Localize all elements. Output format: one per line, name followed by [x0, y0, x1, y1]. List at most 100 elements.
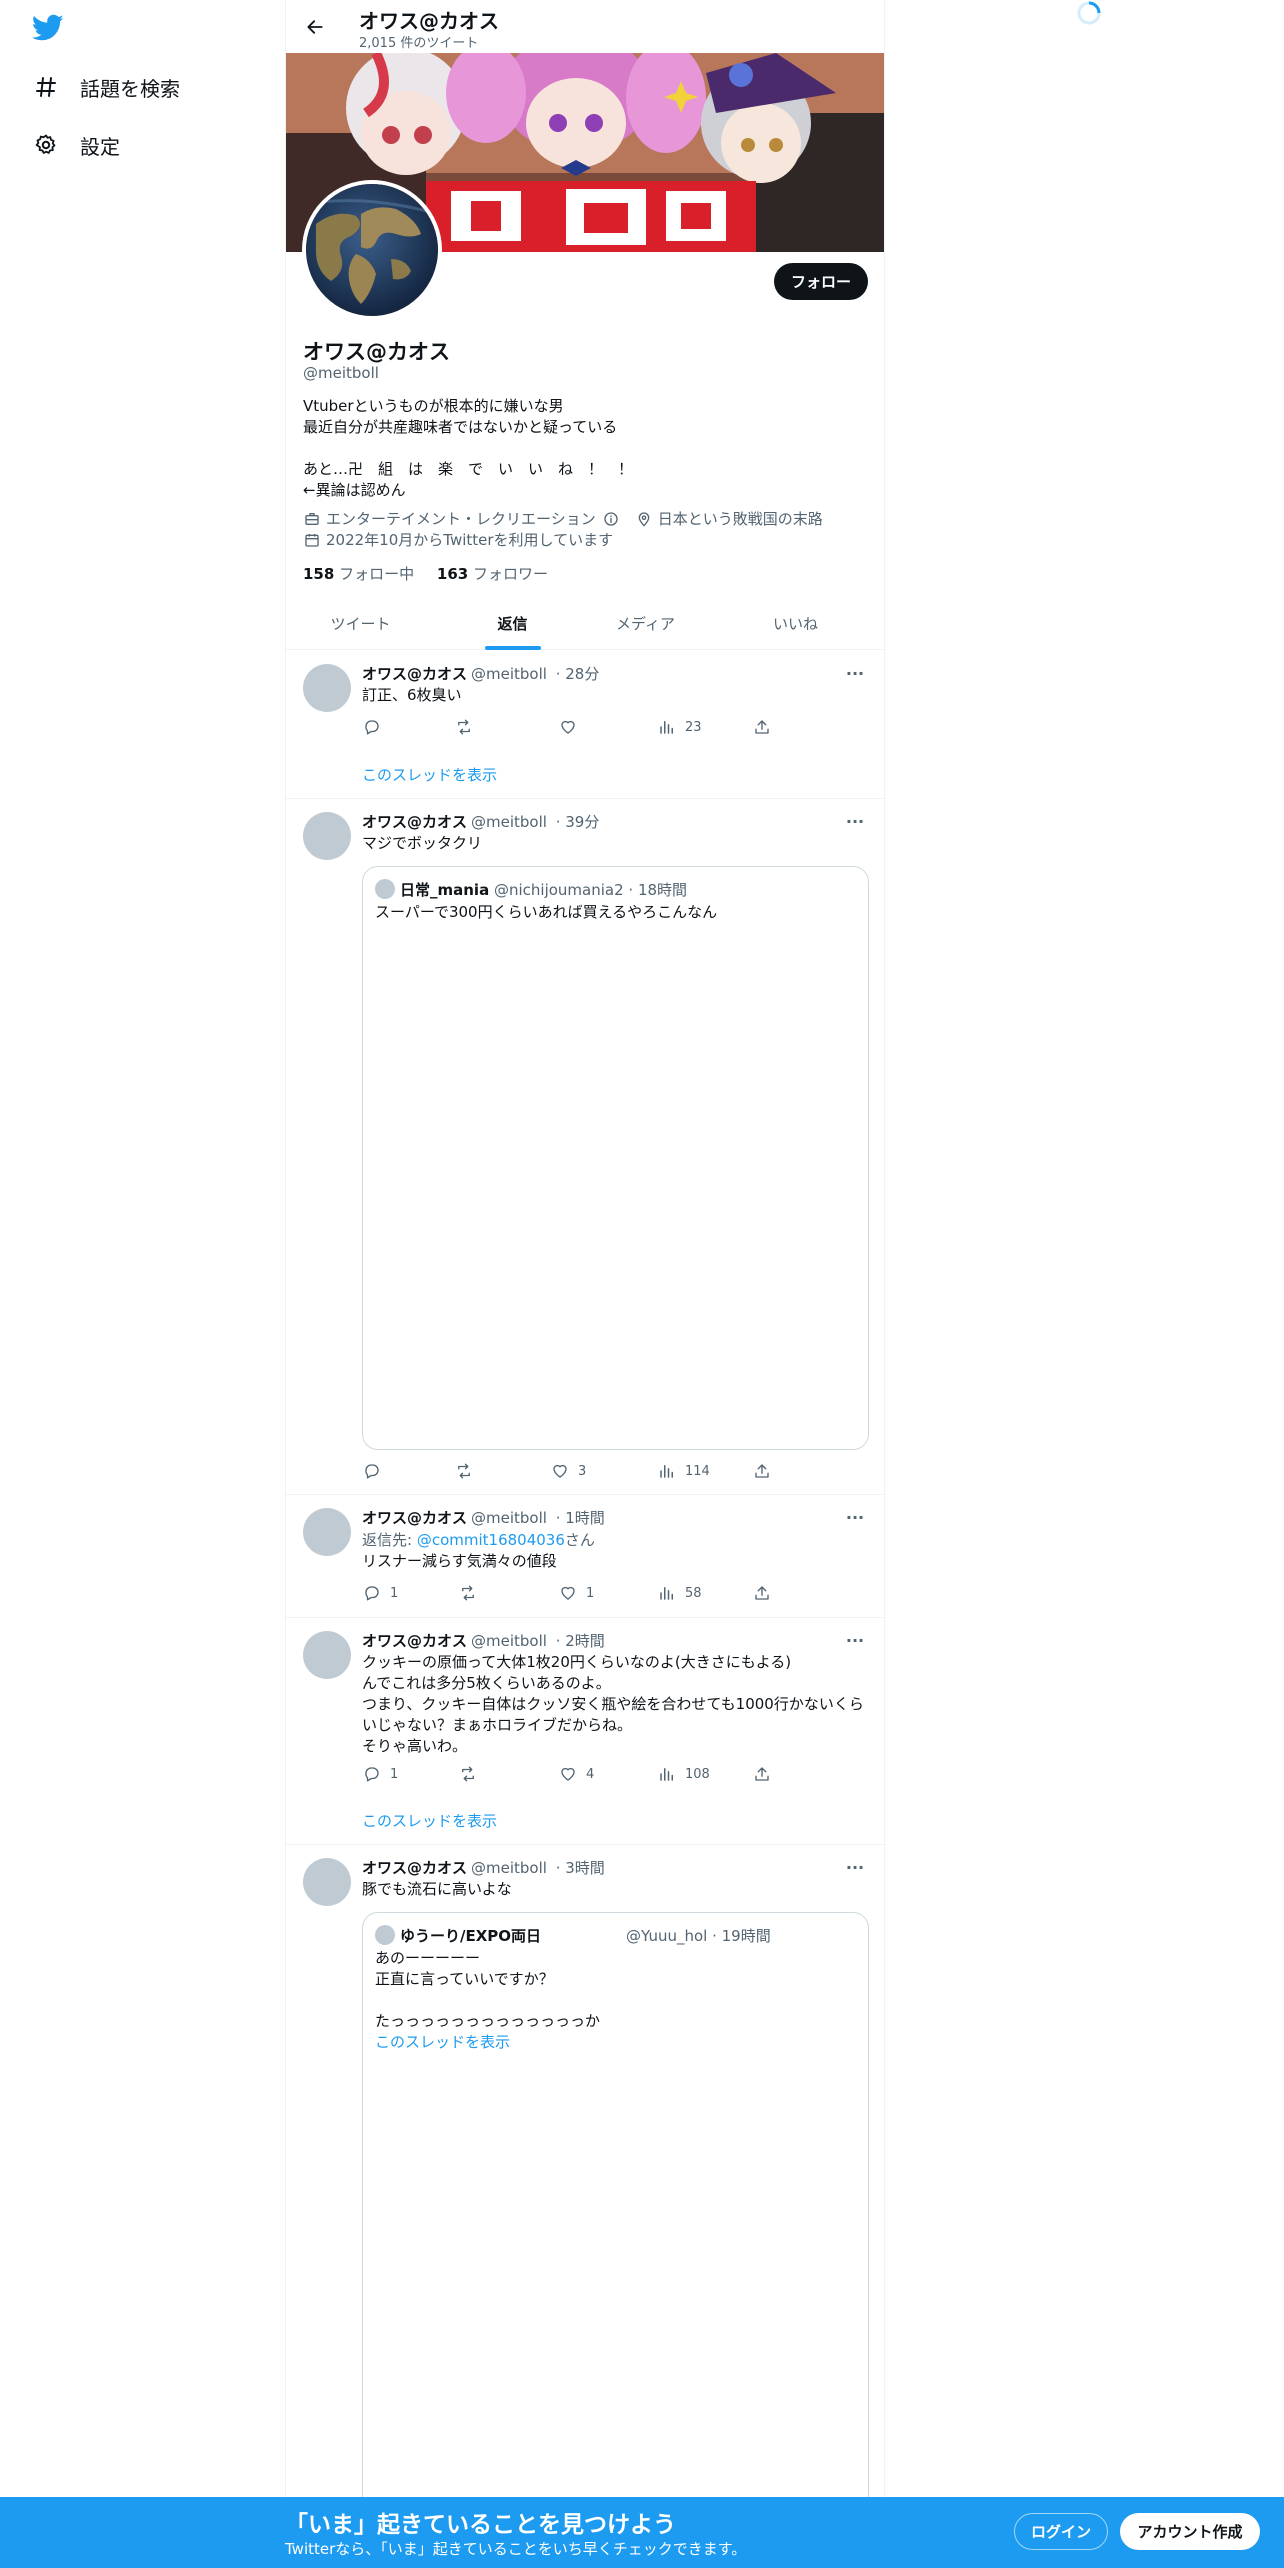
more-options-icon[interactable]: ···	[841, 1507, 869, 1527]
tweet-avatar[interactable]	[303, 664, 351, 712]
like-button[interactable]: 4	[558, 1764, 594, 1784]
login-button[interactable]: ログイン	[1014, 2513, 1108, 2550]
gear-icon	[32, 131, 60, 159]
tweet-author-name[interactable]: オワス@カオス	[362, 665, 467, 683]
tweet-actions: 1 4 108	[362, 1764, 792, 1784]
tweet-author-name[interactable]: オワス@カオス	[362, 1859, 467, 1877]
back-button[interactable]	[300, 12, 330, 42]
info-icon[interactable]	[602, 510, 620, 528]
like-button[interactable]: 3	[550, 1461, 586, 1481]
tweet-text: 訂正、6枚臭い	[362, 685, 872, 706]
signup-button[interactable]: アカウント作成	[1120, 2513, 1260, 2550]
more-options-icon[interactable]: ···	[841, 1630, 869, 1650]
more-options-icon[interactable]: ···	[841, 811, 869, 831]
profile-avatar[interactable]	[302, 180, 442, 320]
views-button[interactable]: 58	[657, 1583, 702, 1603]
tweet-author-handle: @meitboll	[471, 1632, 547, 1650]
tweet-author-name[interactable]: オワス@カオス	[362, 1632, 467, 1650]
quoted-tweet[interactable]: ゆうーり/EXPO両日 @Yuuu_hol · 19時間 あのーーーーー 正直に…	[362, 1912, 869, 2568]
reply-button[interactable]: 1	[362, 1583, 398, 1603]
profile-tabs: ツイート 返信 メディア いいね	[286, 597, 884, 650]
reply-to-handle-link[interactable]: @commit16804036	[417, 1531, 565, 1549]
tab-likes[interactable]: いいね	[721, 597, 870, 650]
quoted-avatar	[375, 879, 395, 899]
signup-banner-title: 「いま」起きていることを見つけよう	[285, 2512, 676, 2538]
follow-stats: 158 フォロー中 163 フォロワー	[303, 563, 548, 584]
tweet-text-line: 豚でも流石に高いよな	[362, 1880, 512, 1898]
header-tweet-count: 2,015 件のツイート	[359, 36, 479, 51]
tweet-avatar[interactable]	[303, 812, 351, 860]
tweet-text-line: つまり、クッキー自体はクッソ安く瓶や絵を合わせても1000行かないくら	[362, 1695, 864, 1713]
tweet[interactable]: オワス@カオス @meitboll · 3時間 ··· 豚でも流石に高いよな ゆう…	[286, 1845, 884, 2568]
tweet-actions: 3 114	[362, 1461, 792, 1481]
following-link[interactable]: 158 フォロー中	[303, 565, 414, 583]
tweet-time[interactable]: 2時間	[565, 1632, 605, 1650]
tweet[interactable]: オワス@カオス @meitboll · 28分 ··· 訂正、6枚臭い 23 この…	[286, 651, 884, 799]
tweet-avatar[interactable]	[303, 1858, 351, 1906]
reply-button[interactable]: 1	[362, 1764, 398, 1784]
share-button[interactable]	[752, 1461, 772, 1481]
profile-bio: Vtuberというものが根本的に嫌いな男 最近自分が共産趣味者ではないかと疑って…	[303, 396, 863, 501]
tweet-avatar[interactable]	[303, 1631, 351, 1679]
tab-media[interactable]: メディア	[571, 597, 720, 650]
views-button[interactable]: 108	[657, 1764, 710, 1784]
views-button[interactable]: 114	[657, 1461, 710, 1481]
signup-banner: 「いま」起きていることを見つけよう Twitterなら、「いま」起きていることを…	[0, 2497, 1284, 2568]
following-count: 158	[303, 565, 335, 583]
retweet-button[interactable]	[458, 1764, 486, 1784]
follow-button[interactable]: フォロー	[774, 263, 868, 300]
retweet-button[interactable]	[454, 717, 482, 737]
quoted-text-line: 正直に言っていいですか？	[375, 1970, 554, 1988]
like-button[interactable]: 1	[558, 1583, 594, 1603]
tweet-header: オワス@カオス @meitboll · 3時間	[362, 1859, 605, 1877]
quoted-tweet[interactable]: 日常_mania @nichijoumania2 · 18時間 スーパーで300…	[362, 866, 869, 1450]
share-button[interactable]	[752, 1583, 772, 1603]
more-options-icon[interactable]: ···	[841, 1857, 869, 1877]
briefcase-icon	[303, 510, 321, 528]
tab-replies[interactable]: 返信	[438, 597, 587, 650]
quoted-author-handle: @nichijoumania2	[493, 881, 624, 899]
views-count: 58	[685, 1585, 702, 1601]
show-thread-link[interactable]: このスレッドを表示	[362, 1810, 497, 1831]
arrow-left-icon	[307, 20, 323, 34]
tweet-time[interactable]: 1時間	[565, 1509, 605, 1527]
followers-link[interactable]: 163 フォロワー	[437, 565, 548, 583]
profile-location: 日本という敗戦国の末路	[657, 510, 823, 528]
tweet-avatar[interactable]	[303, 1508, 351, 1556]
share-button[interactable]	[752, 1764, 772, 1784]
tweet-time[interactable]: 39分	[565, 813, 599, 831]
nav-explore-label: 話題を検索	[80, 76, 180, 101]
tweet[interactable]: オワス@カオス @meitboll · 2時間 ··· クッキーの原価って大体1枚…	[286, 1618, 884, 1845]
tweet[interactable]: オワス@カオス @meitboll · 1時間 ··· 返信先: @commit1…	[286, 1495, 884, 1618]
reply-icon	[362, 1461, 382, 1481]
like-count: 3	[578, 1463, 587, 1479]
tweet-author-name[interactable]: オワス@カオス	[362, 813, 467, 831]
views-button[interactable]: 23	[657, 717, 702, 737]
bar-chart-icon	[657, 1461, 677, 1481]
reply-button[interactable]	[362, 1461, 390, 1481]
share-button[interactable]	[752, 717, 772, 737]
more-options-icon[interactable]: ···	[841, 663, 869, 683]
tweet-time[interactable]: 28分	[565, 665, 599, 683]
quoted-show-thread-link[interactable]: このスレッドを表示	[375, 2032, 855, 2053]
show-thread-link[interactable]: このスレッドを表示	[362, 764, 497, 785]
reply-button[interactable]	[362, 717, 390, 737]
quoted-header: 日常_mania @nichijoumania2 · 18時間	[400, 881, 688, 899]
nav-explore[interactable]: 話題を検索	[32, 67, 180, 107]
nav-settings[interactable]: 設定	[32, 125, 120, 165]
tab-tweets[interactable]: ツイート	[286, 597, 435, 650]
reply-count: 1	[390, 1766, 399, 1782]
tweet-text-line: マジでボッタクリ	[362, 834, 483, 852]
retweet-button[interactable]	[454, 1461, 482, 1481]
bio-line: Vtuberというものが根本的に嫌いな男	[303, 397, 564, 415]
active-tab-indicator	[485, 646, 541, 650]
tweet-actions: 23	[362, 717, 792, 737]
tweet-author-name[interactable]: オワス@カオス	[362, 1509, 467, 1527]
tweet[interactable]: オワス@カオス @meitboll · 39分 ··· マジでボッタクリ 日常_m…	[286, 799, 884, 1495]
tweet-time[interactable]: 3時間	[565, 1859, 605, 1877]
retweet-button[interactable]	[458, 1583, 486, 1603]
twitter-bird-icon[interactable]	[31, 14, 64, 42]
tweet-header: オワス@カオス @meitboll · 28分	[362, 665, 600, 683]
quoted-text-line: たっっっっっっっっっっっっっか	[375, 2012, 601, 2030]
like-button[interactable]	[558, 717, 586, 737]
